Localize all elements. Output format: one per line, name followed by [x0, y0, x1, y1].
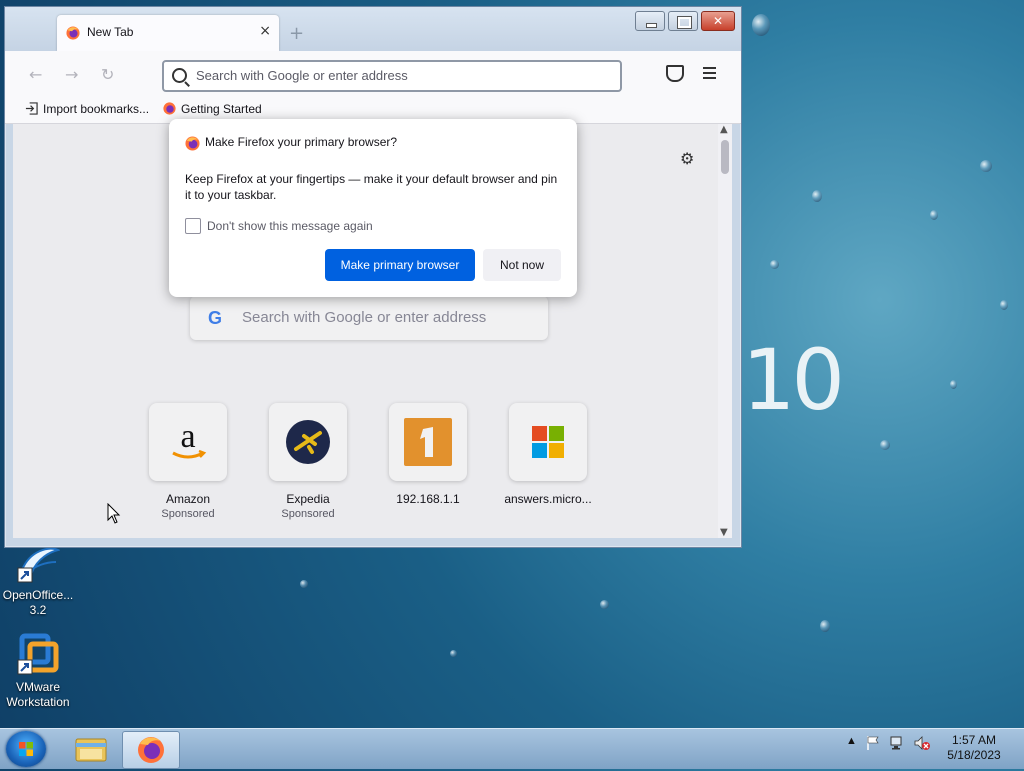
pocket-button[interactable]	[666, 65, 684, 82]
navigation-toolbar: ← → ↻ Search with Google or enter addres…	[5, 51, 741, 99]
vmware-icon	[16, 632, 60, 676]
wallpaper-logo-text: 10	[742, 331, 845, 429]
windows-logo-icon	[19, 742, 33, 756]
scrollbar-thumb[interactable]	[721, 140, 729, 174]
water-drop	[450, 650, 457, 657]
desktop-icon-openoffice[interactable]: OpenOffice... 3.2	[0, 540, 76, 618]
firefox-icon	[185, 136, 200, 151]
start-button[interactable]	[6, 731, 46, 767]
firefox-icon	[66, 26, 80, 40]
new-tab-button[interactable]: +	[289, 23, 304, 44]
bookmark-getting-started[interactable]: Getting Started	[163, 102, 262, 116]
taskbar-file-explorer[interactable]	[62, 731, 118, 767]
water-drop	[950, 380, 957, 389]
taskbar: ▲ 1:57 AM 5/18/2023	[0, 728, 1024, 769]
water-drop	[880, 440, 890, 450]
system-clock[interactable]: 1:57 AM 5/18/2023	[942, 733, 1006, 763]
maximize-button[interactable]	[668, 11, 698, 31]
water-drop	[300, 580, 308, 588]
water-drop	[930, 210, 938, 220]
page-scrollbar[interactable]: ▲ ▼	[718, 124, 732, 538]
tab-new-tab[interactable]: New Tab ×	[57, 15, 279, 51]
taskbar-firefox[interactable]	[122, 731, 180, 769]
desktop-icon-label: OpenOffice... 3.2	[2, 588, 74, 617]
tab-strip: New Tab × + ✕	[5, 7, 741, 51]
import-icon	[25, 102, 38, 115]
volume-muted-icon[interactable]	[913, 735, 931, 751]
address-bar-placeholder: Search with Google or enter address	[196, 68, 408, 83]
water-drop	[770, 260, 779, 269]
water-drop	[820, 620, 830, 632]
default-browser-dialog: Make Firefox your primary browser? Keep …	[169, 119, 577, 297]
close-window-button[interactable]: ✕	[701, 11, 735, 31]
tab-title: New Tab	[87, 25, 134, 39]
address-bar[interactable]: Search with Google or enter address	[162, 60, 622, 92]
folder-icon	[75, 738, 107, 762]
water-drop	[752, 14, 770, 36]
mouse-cursor-icon	[107, 503, 121, 524]
water-drop	[1000, 300, 1008, 310]
firefox-icon	[138, 737, 164, 763]
make-primary-browser-button[interactable]: Make primary browser	[325, 249, 475, 281]
bookmark-label: Import bookmarks...	[43, 102, 150, 116]
scroll-down-icon[interactable]: ▼	[720, 527, 728, 538]
close-icon: ✕	[712, 14, 724, 28]
minimize-button[interactable]	[635, 11, 665, 31]
water-drop	[812, 190, 822, 202]
network-icon[interactable]	[889, 735, 905, 751]
clock-time: 1:57 AM	[951, 733, 997, 747]
desktop-icon-label: VMware Workstation	[6, 680, 70, 709]
maximize-icon	[678, 17, 691, 28]
desktop-icon-vmware[interactable]: VMware Workstation	[0, 632, 76, 710]
show-hidden-icons-button[interactable]: ▲	[846, 735, 857, 747]
menu-button[interactable]	[703, 67, 716, 82]
dialog-message: Keep Firefox at your fingertips — make i…	[185, 172, 558, 202]
not-now-button[interactable]: Not now	[483, 249, 561, 281]
dont-show-again-label[interactable]: Don't show this message again	[207, 219, 373, 233]
reload-button[interactable]: ↻	[101, 65, 114, 84]
action-center-flag-icon[interactable]	[866, 735, 880, 751]
water-drop	[600, 600, 609, 609]
forward-button[interactable]: →	[65, 65, 78, 84]
firefox-icon	[163, 102, 176, 115]
clock-date: 5/18/2023	[947, 748, 1001, 762]
scroll-up-icon[interactable]: ▲	[720, 124, 728, 135]
search-icon	[172, 68, 187, 83]
tab-close-icon[interactable]: ×	[259, 23, 271, 39]
back-button[interactable]: ←	[29, 65, 42, 84]
minimize-icon	[646, 23, 657, 28]
bookmark-label: Getting Started	[181, 102, 262, 116]
water-drop	[980, 160, 992, 172]
dialog-title: Make Firefox your primary browser?	[205, 135, 398, 149]
bookmark-import[interactable]: Import bookmarks...	[25, 102, 149, 116]
dont-show-again-checkbox[interactable]	[185, 218, 201, 234]
